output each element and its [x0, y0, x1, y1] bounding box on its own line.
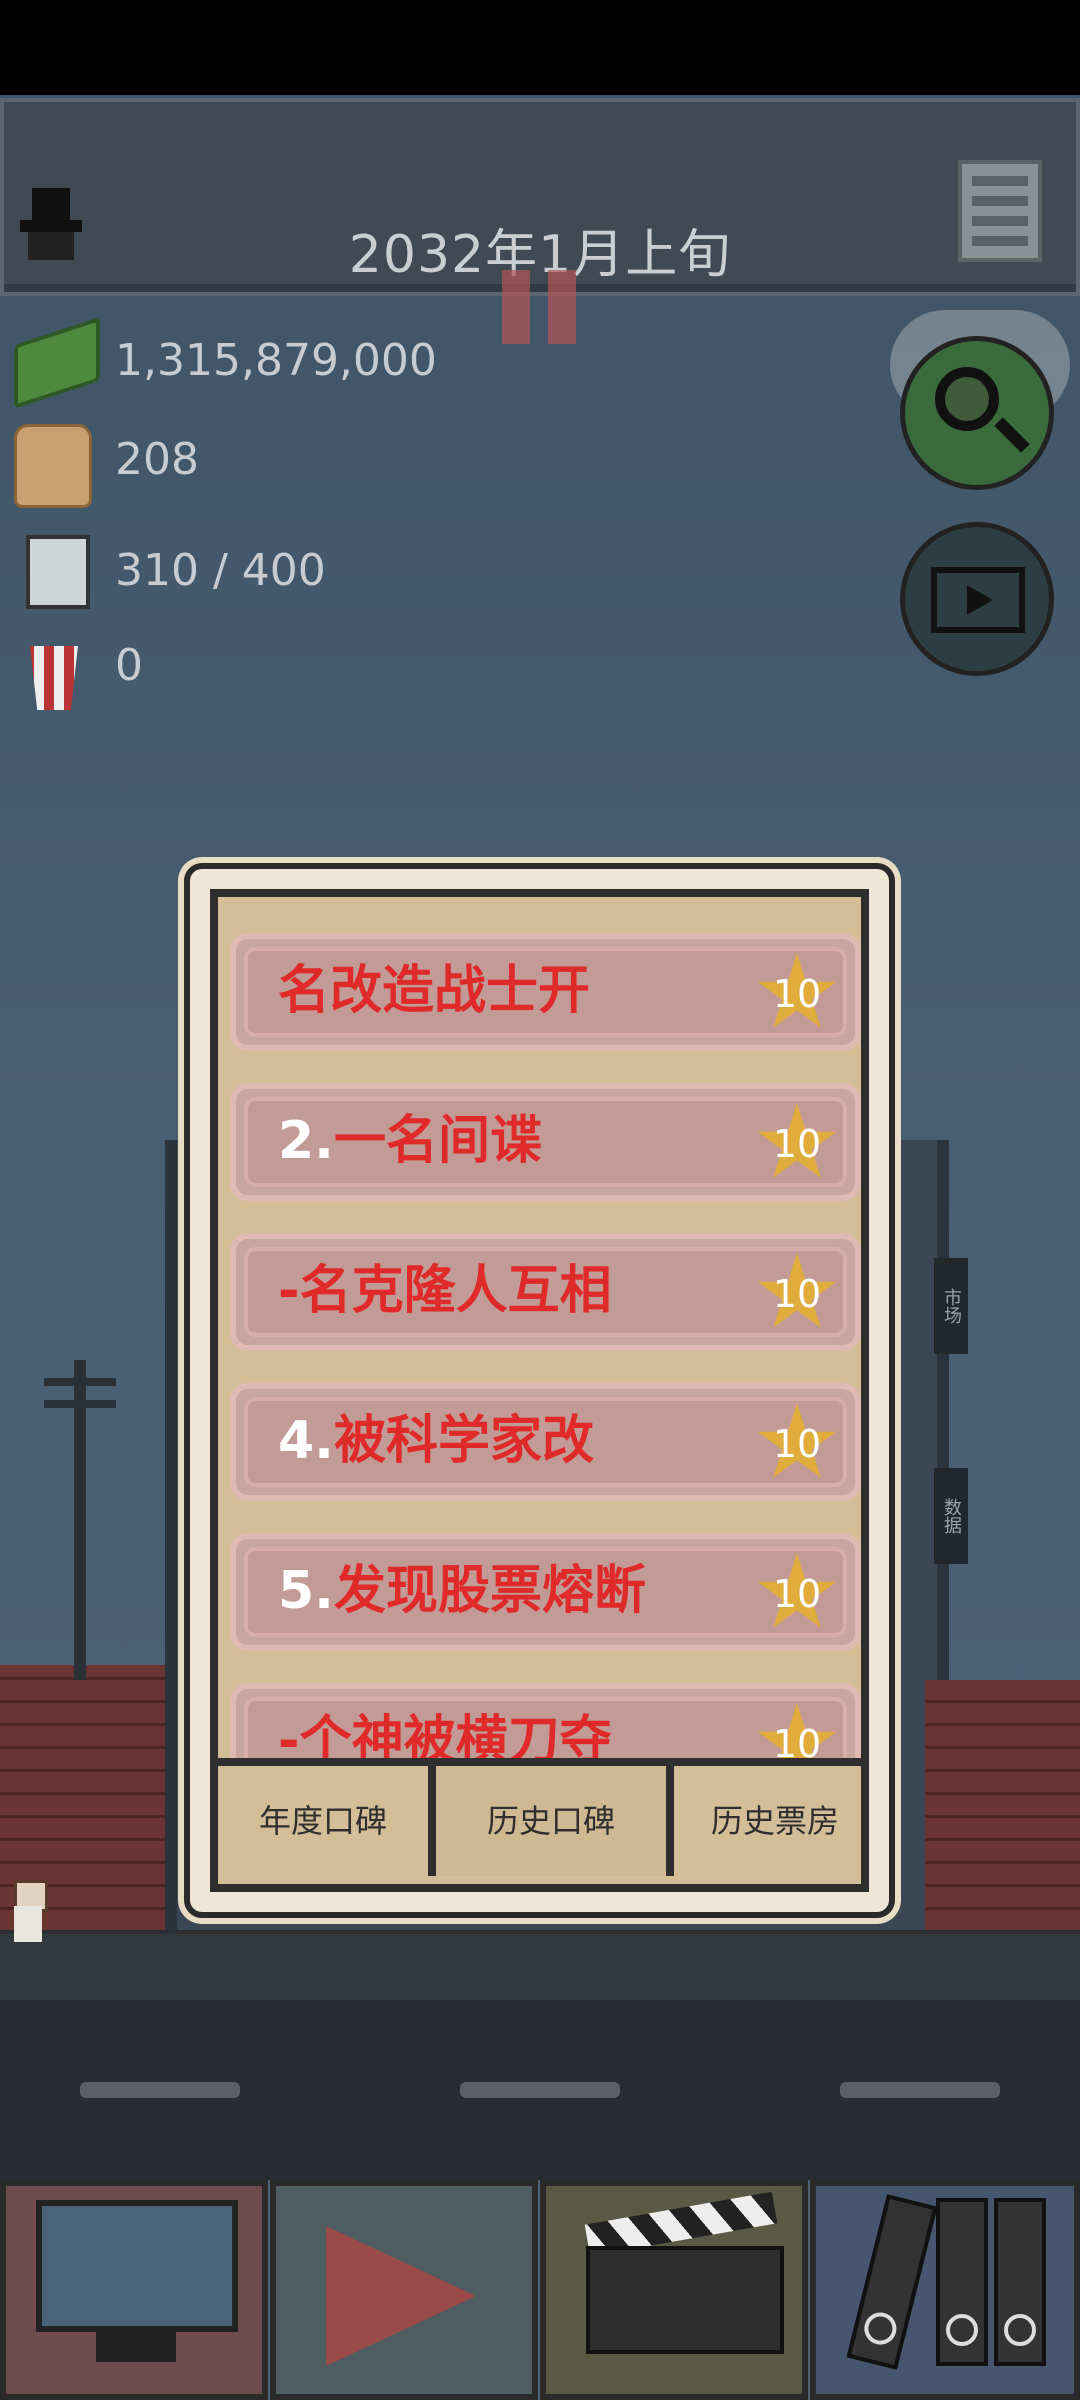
- list-item[interactable]: -个神被横刀夺 10: [230, 1683, 861, 1762]
- menu-button[interactable]: [958, 160, 1042, 262]
- item-title: -个神被横刀夺: [278, 1711, 612, 1762]
- popcorn-value: 0: [115, 640, 143, 691]
- thumbs-up-icon: [14, 424, 92, 508]
- ranking-panel: 名改造战士开 10 2.一名间谍 10 -名克隆人互相 10 4.被科学家改 1…: [210, 889, 869, 1892]
- list-item[interactable]: 2.一名间谍 10: [230, 1083, 861, 1201]
- lane-marking: [80, 2082, 240, 2098]
- item-title: -名克隆人互相: [278, 1261, 612, 1321]
- item-title: 名改造战士开: [278, 961, 591, 1021]
- ranking-list[interactable]: 名改造战士开 10 2.一名间谍 10 -名克隆人互相 10 4.被科学家改 1…: [218, 897, 861, 1762]
- item-score: 10: [772, 1722, 822, 1762]
- item-title: 2.一名间谍: [278, 1111, 542, 1171]
- computer-icon: [36, 2200, 238, 2332]
- item-score: 10: [772, 1422, 822, 1466]
- pause-icon[interactable]: [502, 270, 578, 344]
- list-item[interactable]: -名克隆人互相 10: [230, 1233, 861, 1351]
- search-icon: [935, 367, 999, 431]
- ranking-tabs: 年度口碑 历史口碑 历史票房: [218, 1758, 861, 1884]
- binders-icon: [846, 2194, 938, 2370]
- lane-marking: [460, 2082, 620, 2098]
- utility-pole-bar: [44, 1378, 116, 1386]
- utility-pole-bar: [44, 1400, 116, 1408]
- production-button[interactable]: [540, 2180, 808, 2400]
- lane-marking: [840, 2082, 1000, 2098]
- tab-historical-reputation[interactable]: 历史口碑: [436, 1766, 666, 1876]
- tab-historical-box-office[interactable]: 历史票房: [666, 1766, 861, 1876]
- scripts-value: 310 / 400: [115, 545, 326, 596]
- brick-wall-right: [925, 1680, 1080, 1930]
- item-title: 4.被科学家改: [278, 1411, 594, 1471]
- ranking-modal: 名改造战士开 10 2.一名间谍 10 -名克隆人互相 10 4.被科学家改 1…: [184, 863, 895, 1918]
- item-score: 10: [772, 1572, 822, 1616]
- item-score: 10: [772, 1272, 822, 1316]
- tab-annual-reputation[interactable]: 年度口碑: [218, 1766, 436, 1876]
- sidewalk: [0, 1930, 1080, 2004]
- script-icon: [26, 535, 90, 609]
- search-button[interactable]: [900, 336, 1054, 490]
- character-sprite[interactable]: [8, 1880, 48, 1944]
- utility-pole: [74, 1360, 86, 1680]
- computer-button[interactable]: [0, 2180, 268, 2400]
- video-icon: [931, 567, 1025, 633]
- archive-button[interactable]: [810, 2180, 1080, 2400]
- video-button[interactable]: [900, 522, 1054, 676]
- likes-value: 208: [115, 434, 199, 485]
- item-title: 5.发现股票熔断: [278, 1561, 646, 1621]
- money-value: 1,315,879,000: [115, 335, 437, 386]
- clapperboard-icon: [586, 2246, 784, 2354]
- item-score: 10: [772, 972, 822, 1016]
- list-item[interactable]: 名改造战士开 10: [230, 933, 861, 1051]
- list-item[interactable]: 4.被科学家改 10: [230, 1383, 861, 1501]
- data-sign[interactable]: 数据: [934, 1468, 968, 1564]
- promotion-button[interactable]: [270, 2180, 538, 2400]
- market-sign[interactable]: 市场: [934, 1258, 968, 1354]
- list-item[interactable]: 5.发现股票熔断 10: [230, 1533, 861, 1651]
- item-score: 10: [772, 1122, 822, 1166]
- megaphone-icon: [326, 2226, 476, 2366]
